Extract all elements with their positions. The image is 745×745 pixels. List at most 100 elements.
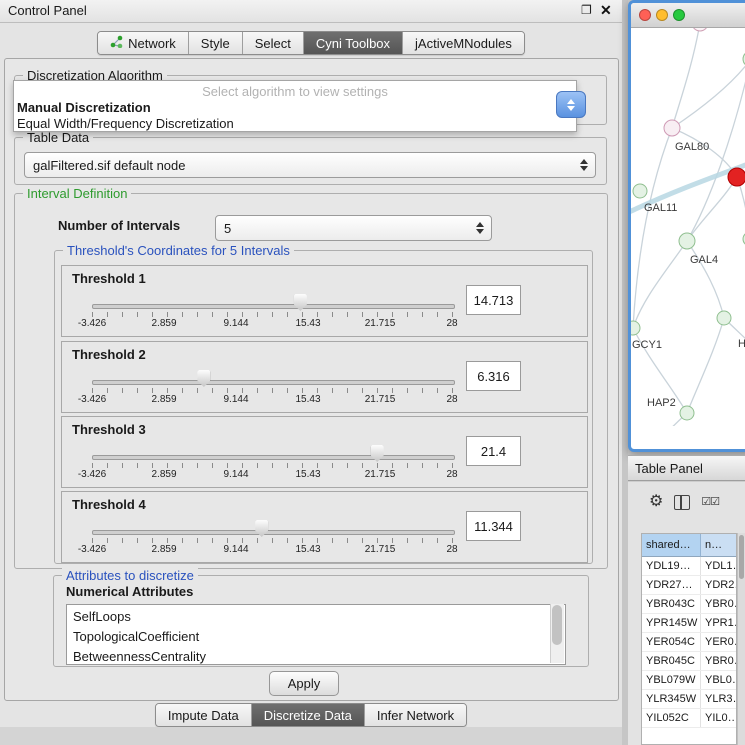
table-cell[interactable]: YBL079W xyxy=(642,671,701,689)
table-cell[interactable]: YBL0… xyxy=(701,671,736,689)
table-scrollbar[interactable] xyxy=(737,533,745,745)
table-cell[interactable]: YER0… xyxy=(701,633,736,651)
table-cell[interactable]: YLR345W xyxy=(642,690,701,708)
tab-network[interactable]: Network xyxy=(98,32,188,54)
listbox-scroll-thumb[interactable] xyxy=(552,605,562,645)
table-cell[interactable]: YDL1… xyxy=(701,557,736,575)
table-cell[interactable]: YLR3… xyxy=(701,690,736,708)
tick-label: 28 xyxy=(430,544,474,555)
table-row[interactable]: YPR145WYPR1… xyxy=(642,614,736,633)
network-node[interactable] xyxy=(631,321,640,335)
list-item[interactable]: TopologicalCoefficient xyxy=(67,627,565,647)
tick-label: -3.426 xyxy=(70,469,114,480)
float-window-icon[interactable]: ❐ xyxy=(581,3,592,17)
table-cell[interactable]: YPR1… xyxy=(701,614,736,632)
table-cell[interactable]: YDL19… xyxy=(642,557,701,575)
tab-impute-data[interactable]: Impute Data xyxy=(156,704,251,726)
table-cell[interactable]: YBR043C xyxy=(642,595,701,613)
columns-icon[interactable] xyxy=(674,495,690,510)
list-item[interactable]: BetweennessCentrality xyxy=(67,647,565,665)
tick-label: 21.715 xyxy=(358,544,402,555)
tab-jactivemodules[interactable]: jActiveMNodules xyxy=(402,32,524,54)
network-node[interactable] xyxy=(717,311,731,325)
threshold-panel: Threshold 4 -3.426 2.859 9.144 15.43 21.… xyxy=(61,491,588,563)
table-row[interactable]: YLR345WYLR3… xyxy=(642,690,736,709)
table-data-groupbox: Table Data galFiltered.sif default node xyxy=(14,137,607,185)
table-cell[interactable]: YIL0… xyxy=(701,709,736,727)
network-window-titlebar[interactable] xyxy=(631,3,745,28)
slider-track[interactable] xyxy=(92,304,455,309)
node-label: GAL4 xyxy=(690,254,718,266)
table-row[interactable]: YER054CYER0… xyxy=(642,633,736,652)
table-data-combobox[interactable]: galFiltered.sif default node xyxy=(24,152,596,178)
table-cell[interactable]: YDR27… xyxy=(642,576,701,594)
network-edges xyxy=(633,28,745,426)
column-header-name[interactable]: n… xyxy=(701,534,736,557)
table-cell[interactable]: YER054C xyxy=(642,633,701,651)
tick-label: 9.144 xyxy=(214,318,258,329)
interval-definition-groupbox: Interval Definition Number of Intervals … xyxy=(14,193,608,569)
slider-track[interactable] xyxy=(92,530,455,535)
table-row[interactable]: YBR045CYBR0… xyxy=(642,652,736,671)
table-header-row: shared… n… xyxy=(642,534,736,557)
tick-label: 9.144 xyxy=(214,469,258,480)
list-item[interactable]: SelfLoops xyxy=(67,607,565,627)
number-of-intervals-combobox[interactable]: 5 xyxy=(215,215,492,241)
table-cell[interactable]: YPR145W xyxy=(642,614,701,632)
network-icon xyxy=(110,35,123,51)
tab-cyni-toolbox[interactable]: Cyni Toolbox xyxy=(303,32,402,54)
close-icon[interactable]: ✕ xyxy=(600,2,612,19)
thresholds-groupbox: Threshold's Coordinates for 5 Intervals … xyxy=(54,250,593,564)
mac-zoom-button[interactable] xyxy=(673,9,685,21)
mac-close-button[interactable] xyxy=(639,9,651,21)
mac-minimize-button[interactable] xyxy=(656,9,668,21)
network-node[interactable] xyxy=(680,406,694,420)
network-node[interactable] xyxy=(633,184,647,198)
tab-select[interactable]: Select xyxy=(242,32,303,54)
threshold-label: Threshold 1 xyxy=(72,271,146,286)
algorithm-combobox-button[interactable] xyxy=(556,91,586,118)
tick-label: 2.859 xyxy=(142,469,186,480)
tick-label: 9.144 xyxy=(214,394,258,405)
network-nodes xyxy=(631,28,745,426)
table-row[interactable]: YBR043CYBR0… xyxy=(642,595,736,614)
number-of-intervals-label: Number of Intervals xyxy=(58,218,180,233)
table-cell[interactable]: YBR0… xyxy=(701,652,736,670)
table-row[interactable]: YBL079WYBL0… xyxy=(642,671,736,690)
network-node[interactable] xyxy=(692,28,708,31)
listbox-scrollbar[interactable] xyxy=(550,604,564,663)
table-scroll-thumb[interactable] xyxy=(739,535,744,579)
dropdown-option[interactable]: Equal Width/Frequency Discretization xyxy=(14,116,576,132)
network-node-red[interactable] xyxy=(728,168,745,186)
apply-button[interactable]: Apply xyxy=(269,671,339,696)
tab-style[interactable]: Style xyxy=(188,32,242,54)
network-node[interactable] xyxy=(679,233,695,249)
network-canvas[interactable]: GAL80 GAL11 GAL4 GCY1 HAP2 H xyxy=(631,28,745,426)
table-cell[interactable]: YIL052C xyxy=(642,709,701,727)
threshold-value-input[interactable]: 21.4 xyxy=(466,436,521,466)
slider-track[interactable] xyxy=(92,455,455,460)
table-cell[interactable]: YDR2… xyxy=(701,576,736,594)
select-columns-icon[interactable]: ☑☑ xyxy=(701,497,719,508)
table-row[interactable]: YDR27…YDR2… xyxy=(642,576,736,595)
table-row[interactable]: YIL052CYIL0… xyxy=(642,709,736,728)
tab-select-label: Select xyxy=(255,36,291,51)
network-node[interactable] xyxy=(664,120,680,136)
attributes-group-title: Attributes to discretize xyxy=(62,568,198,583)
table-cell[interactable]: YBR045C xyxy=(642,652,701,670)
gear-icon[interactable]: ⚙ xyxy=(649,494,663,510)
slider-track[interactable] xyxy=(92,380,455,385)
tick-label: 28 xyxy=(430,318,474,329)
tab-discretize-data[interactable]: Discretize Data xyxy=(251,704,364,726)
threshold-value-input[interactable]: 6.316 xyxy=(466,361,521,391)
dropdown-option[interactable]: Manual Discretization xyxy=(14,100,576,116)
column-header-shared-name[interactable]: shared… xyxy=(642,534,701,557)
threshold-value-input[interactable]: 14.713 xyxy=(466,285,521,315)
threshold-value-input[interactable]: 11.344 xyxy=(466,511,521,541)
table-row[interactable]: YDL19…YDL1… xyxy=(642,557,736,576)
tab-jactive-label: jActiveMNodules xyxy=(415,36,512,51)
tick-label: 15.43 xyxy=(286,469,330,480)
tab-infer-network[interactable]: Infer Network xyxy=(364,704,466,726)
slider-ticks xyxy=(92,538,454,543)
table-cell[interactable]: YBR0… xyxy=(701,595,736,613)
